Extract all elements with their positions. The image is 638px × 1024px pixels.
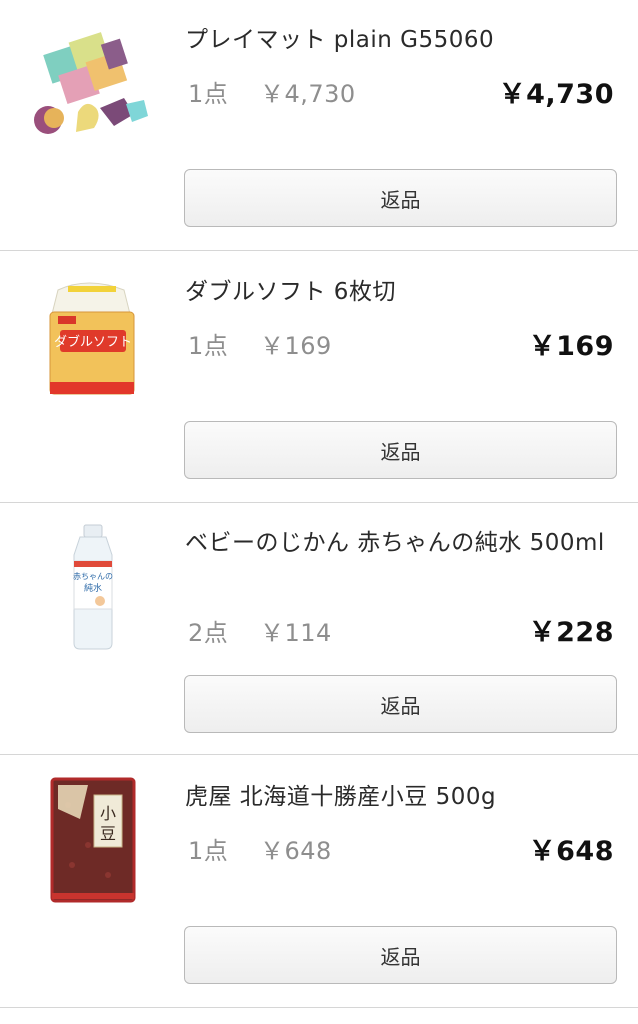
- svg-text:ダブルソフト: ダブルソフト: [54, 334, 132, 350]
- line-total: ￥228: [528, 617, 614, 648]
- unit-price: ￥169: [260, 332, 332, 360]
- order-item: ダブルソフト ダブルソフト 6枚切 1点 ￥169 ￥169 返品: [0, 251, 638, 502]
- line-total: ￥648: [528, 836, 614, 867]
- product-name[interactable]: ダブルソフト 6枚切: [185, 274, 614, 310]
- product-name[interactable]: プレイマット plain G55060: [185, 22, 614, 58]
- return-button[interactable]: 返品: [184, 421, 617, 479]
- svg-text:赤ちゃんの: 赤ちゃんの: [73, 572, 113, 581]
- quantity: 1点: [188, 80, 229, 108]
- unit-price: ￥648: [260, 837, 332, 865]
- return-button[interactable]: 返品: [184, 169, 617, 227]
- return-button[interactable]: 返品: [184, 926, 617, 984]
- quantity: 2点: [188, 619, 229, 647]
- product-name[interactable]: ベビーのじかん 赤ちゃんの純水 500ml: [185, 525, 614, 561]
- return-button[interactable]: 返品: [184, 675, 617, 733]
- line-total: ￥169: [528, 331, 614, 362]
- unit-price: ￥4,730: [260, 80, 356, 108]
- svg-text:小: 小: [100, 804, 116, 823]
- quantity: 1点: [188, 837, 229, 865]
- order-item: 小 豆 虎屋 北海道十勝産小豆 500g 1点 ￥648 ￥648 返品: [0, 755, 638, 1007]
- azuki-bag-product-image[interactable]: 小 豆: [28, 775, 156, 903]
- unit-price: ￥114: [260, 619, 332, 647]
- svg-text:純水: 純水: [84, 582, 102, 594]
- product-name[interactable]: 虎屋 北海道十勝産小豆 500g: [185, 779, 614, 815]
- order-item: プレイマット plain G55060 1点 ￥4,730 ￥4,730 返品: [0, 0, 638, 250]
- bread-product-image[interactable]: ダブルソフト: [28, 272, 156, 400]
- water-bottle-product-image[interactable]: 赤ちゃんの 純水: [28, 523, 156, 651]
- quantity: 1点: [188, 332, 229, 360]
- svg-text:豆: 豆: [100, 824, 116, 843]
- line-total: ￥4,730: [498, 79, 614, 110]
- item-divider: [0, 1007, 638, 1008]
- order-item: 赤ちゃんの 純水 ベビーのじかん 赤ちゃんの純水 500ml 2点 ￥114 ￥…: [0, 503, 638, 754]
- playmat-product-image[interactable]: [28, 20, 156, 148]
